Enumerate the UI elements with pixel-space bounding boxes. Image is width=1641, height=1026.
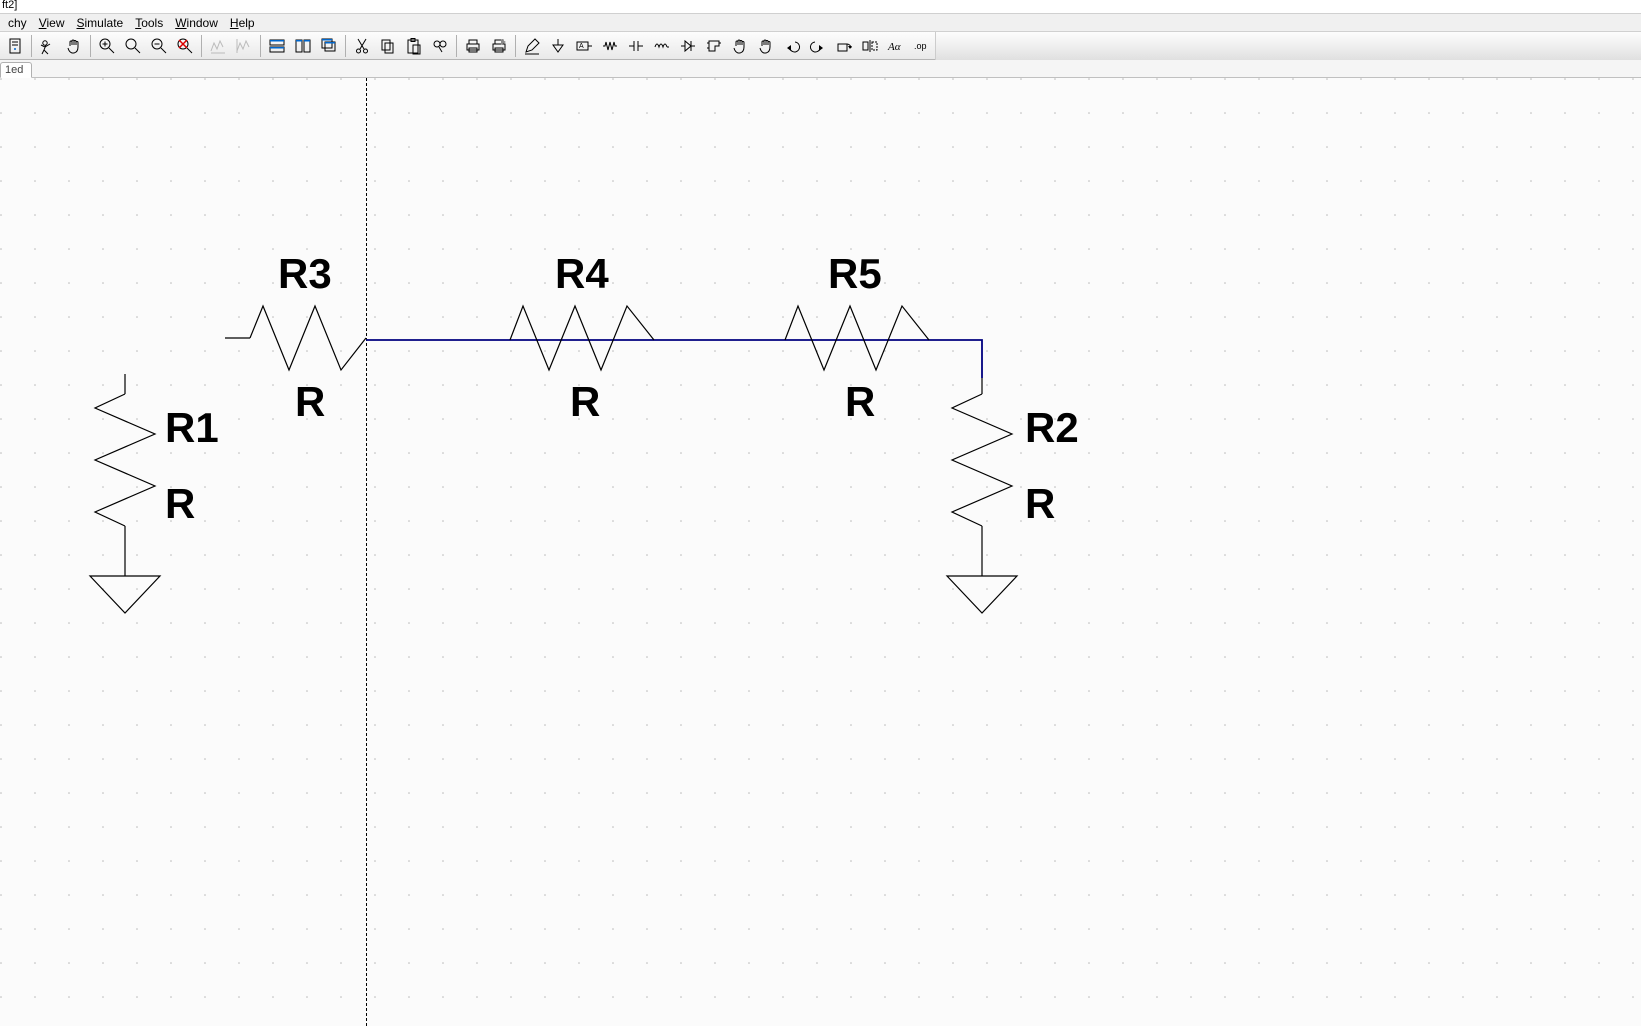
label-R2-ref[interactable]: R2 [1025, 404, 1079, 452]
label-R4-ref[interactable]: R4 [555, 250, 609, 298]
menu-tools[interactable]: Tools [129, 14, 169, 32]
component-R4[interactable] [510, 306, 654, 370]
schematic-icon[interactable] [3, 34, 27, 58]
label-R1-ref[interactable]: R1 [165, 404, 219, 452]
svg-text:A: A [579, 43, 584, 50]
title-bar: ft2] [0, 0, 1641, 14]
menu-bar: chy View Simulate Tools Window Help [0, 14, 1641, 32]
redo-icon[interactable] [806, 34, 830, 58]
schematic-svg [0, 78, 1641, 1026]
zoom-in-icon[interactable] [95, 34, 119, 58]
drag-icon[interactable] [754, 34, 778, 58]
cascade-icon[interactable] [317, 34, 341, 58]
zoom-fit-icon[interactable] [173, 34, 197, 58]
text-Aa-icon[interactable]: Aα [884, 34, 908, 58]
menu-hierarchy[interactable]: chy [2, 14, 33, 32]
run-icon[interactable] [36, 34, 60, 58]
menu-view[interactable]: View [33, 14, 71, 32]
svg-text:.op: .op [914, 41, 927, 51]
mirror-icon[interactable] [858, 34, 882, 58]
diode-icon[interactable] [676, 34, 700, 58]
zoom-area-icon[interactable] [121, 34, 145, 58]
copy-icon[interactable] [376, 34, 400, 58]
label-R2-val[interactable]: R [1025, 480, 1055, 528]
inductor-icon[interactable] [650, 34, 674, 58]
tile-h-icon[interactable] [265, 34, 289, 58]
label-R1-val[interactable]: R [165, 480, 195, 528]
tab-bar: 1ed [0, 60, 1641, 78]
tab-document[interactable]: 1ed [0, 62, 32, 78]
label-R5-ref[interactable]: R5 [828, 250, 882, 298]
menu-help[interactable]: Help [224, 14, 261, 32]
wire-selected[interactable] [366, 340, 982, 378]
toolbar: A Aα .op [0, 32, 1641, 60]
svg-text:Aα: Aα [887, 41, 901, 53]
tile-v-icon[interactable] [291, 34, 315, 58]
pencil-icon[interactable] [520, 34, 544, 58]
label-R4-val[interactable]: R [570, 378, 600, 426]
label-R3-val[interactable]: R [295, 378, 325, 426]
label-R3-ref[interactable]: R3 [278, 250, 332, 298]
autoscale-y-icon[interactable] [232, 34, 256, 58]
pan-hand-icon[interactable] [62, 34, 86, 58]
print-setup-icon[interactable] [487, 34, 511, 58]
rotate-icon[interactable] [832, 34, 856, 58]
menu-simulate[interactable]: Simulate [71, 14, 130, 32]
component-R2[interactable] [947, 378, 1017, 613]
zoom-out-icon[interactable] [147, 34, 171, 58]
resistor-icon[interactable] [598, 34, 622, 58]
menu-window[interactable]: Window [169, 14, 224, 32]
undo-icon[interactable] [780, 34, 804, 58]
window-title: ft2] [2, 0, 17, 11]
find-icon[interactable] [428, 34, 452, 58]
component-R1[interactable] [90, 374, 160, 613]
component-icon[interactable] [702, 34, 726, 58]
label-R5-val[interactable]: R [845, 378, 875, 426]
print-icon[interactable] [461, 34, 485, 58]
component-R3[interactable] [225, 306, 366, 370]
capacitor-icon[interactable] [624, 34, 648, 58]
autoscale-x-icon[interactable] [206, 34, 230, 58]
op-icon[interactable]: .op [910, 34, 934, 58]
component-R5[interactable] [785, 306, 929, 370]
move-icon[interactable] [728, 34, 752, 58]
ground-icon[interactable] [546, 34, 570, 58]
label-net-icon[interactable]: A [572, 34, 596, 58]
schematic-canvas[interactable]: R1 R R2 R R3 R R4 R R5 R [0, 78, 1641, 1026]
paste-icon[interactable] [402, 34, 426, 58]
cut-icon[interactable] [350, 34, 374, 58]
